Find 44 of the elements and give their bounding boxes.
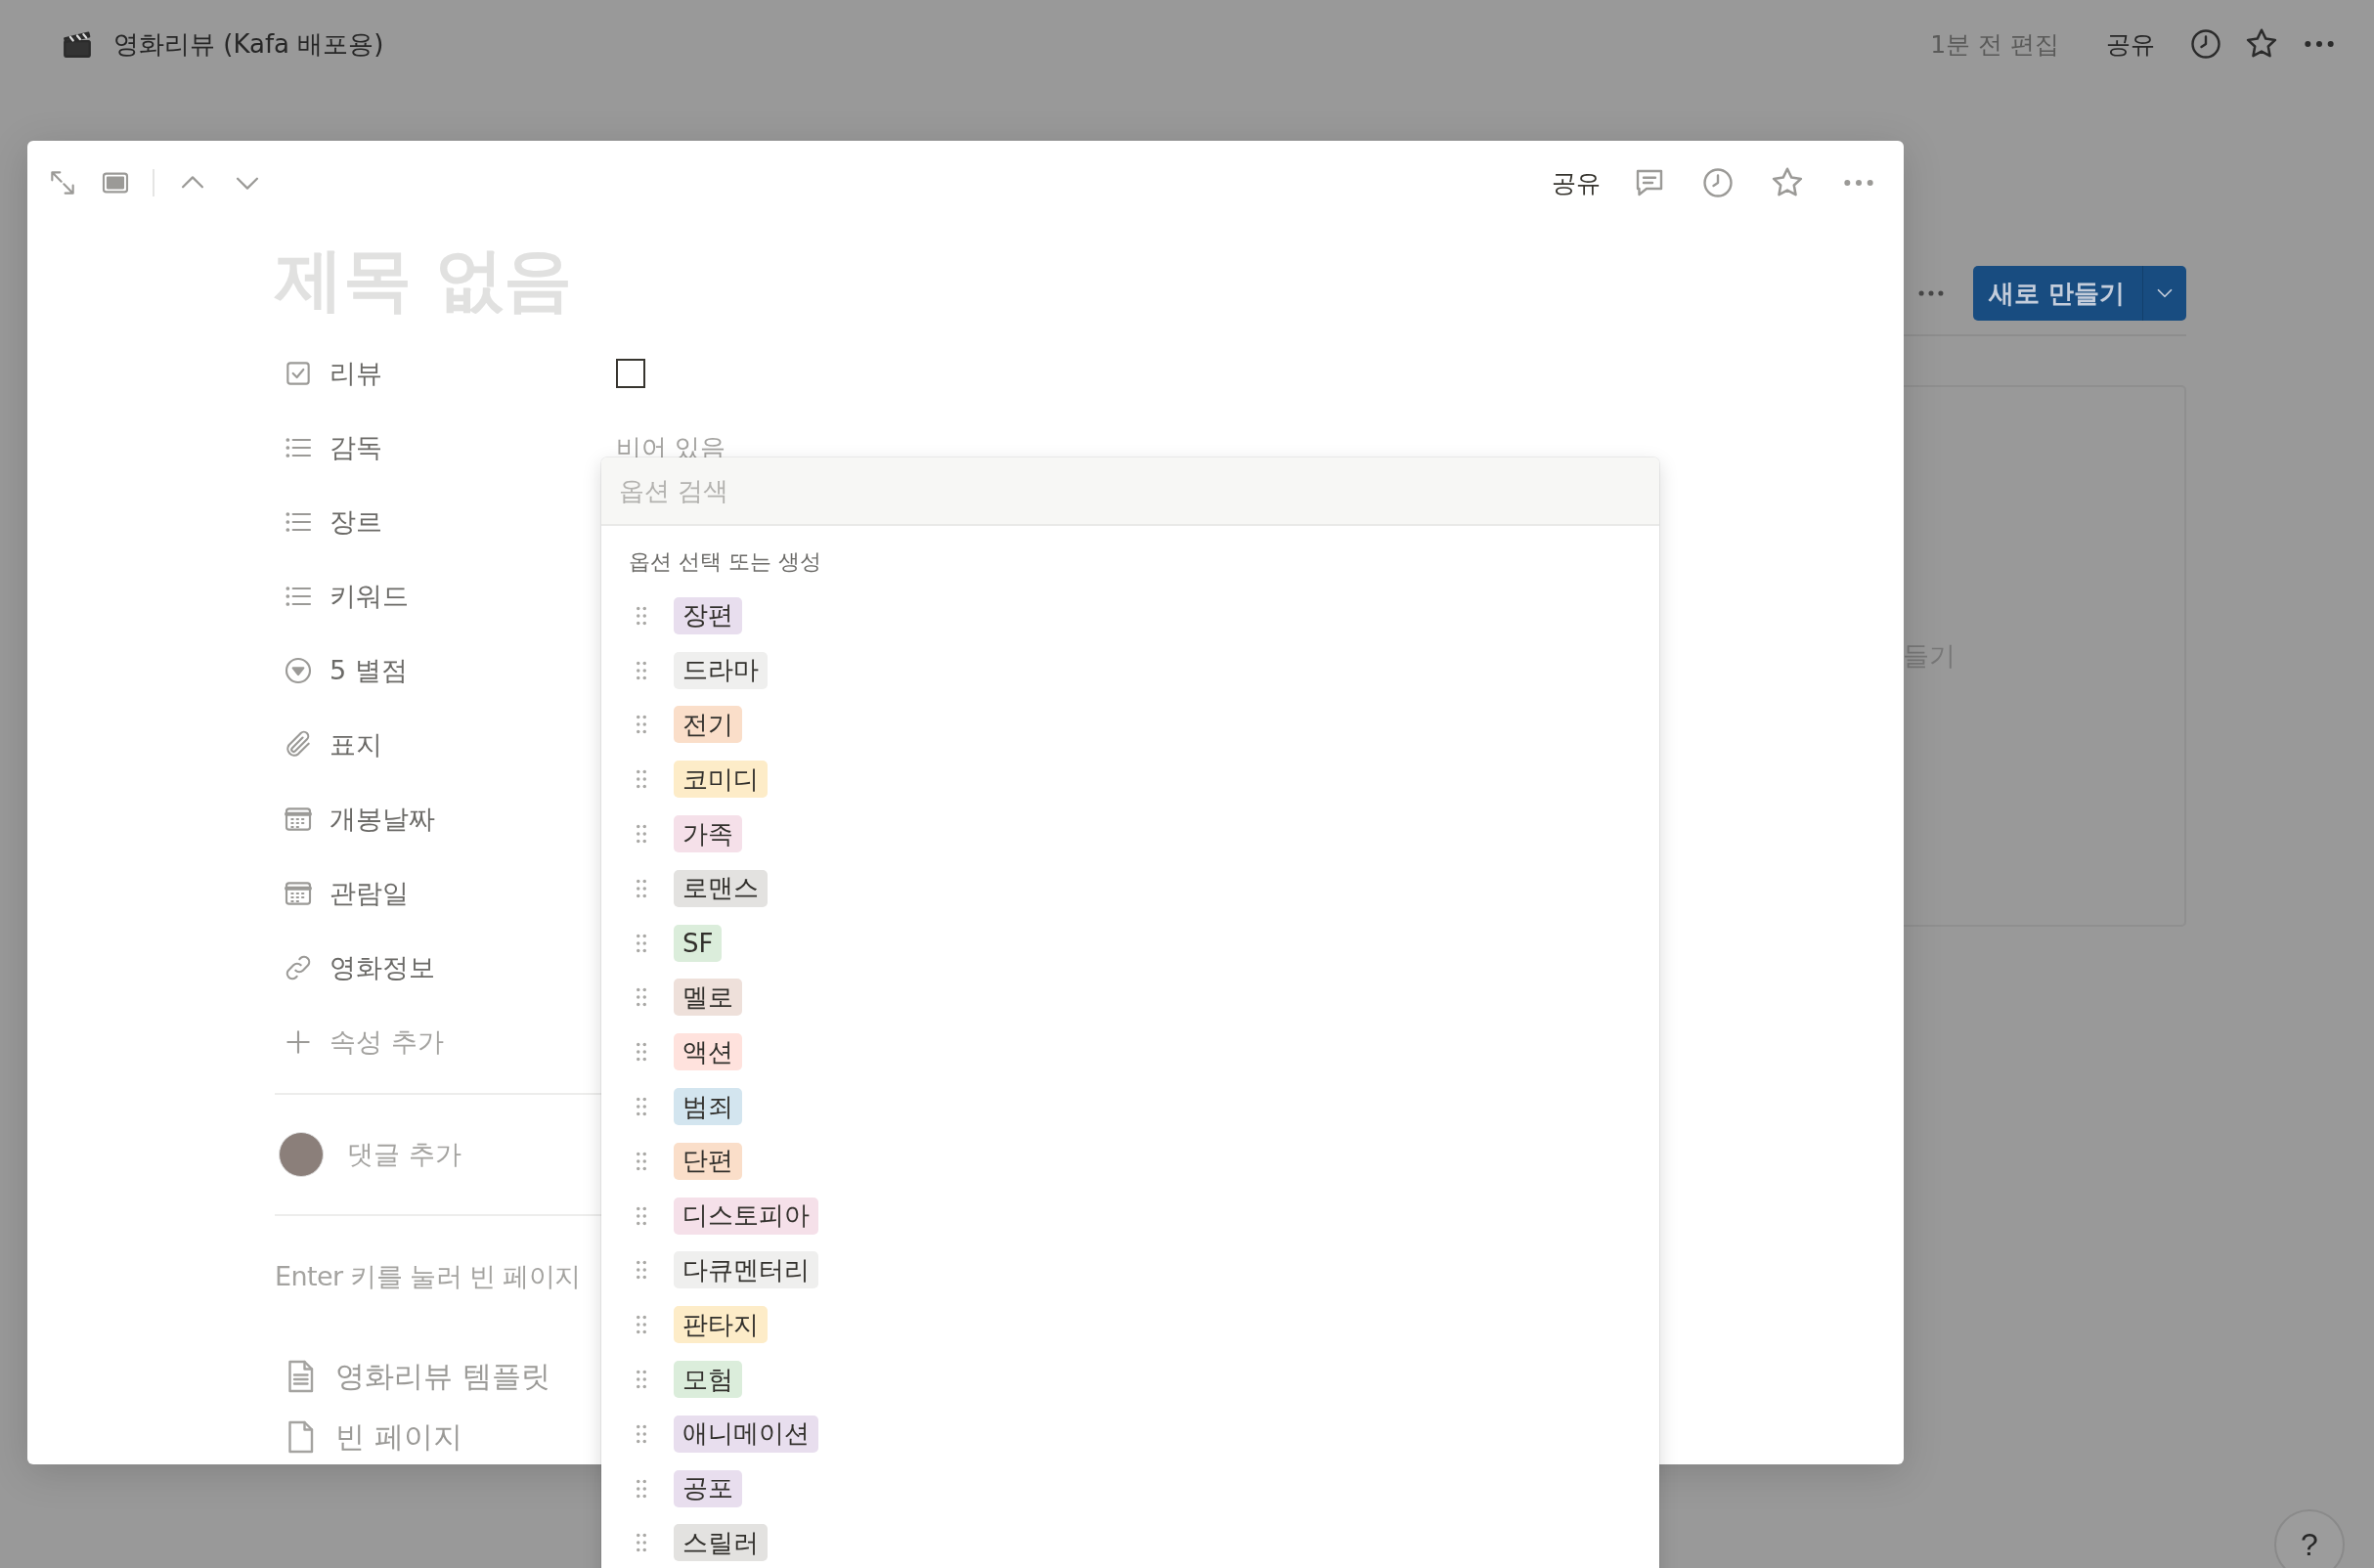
property-name[interactable]: 키워드: [330, 579, 409, 614]
property-name[interactable]: 개봉날짜: [330, 802, 435, 837]
option-tag[interactable]: 가족: [674, 815, 742, 853]
option-tag[interactable]: 전기: [674, 706, 742, 744]
new-button-label[interactable]: 새로 만들기: [1972, 266, 2142, 321]
clock-icon[interactable]: [1700, 165, 1736, 200]
dropdown-circle-icon: [283, 655, 314, 686]
template-item[interactable]: 빈 페이지: [335, 1416, 462, 1458]
property-name[interactable]: 장르: [330, 504, 382, 540]
option-tag[interactable]: 코미디: [674, 761, 768, 799]
option-tag[interactable]: 멜로: [674, 979, 742, 1017]
dropdown-heading: 옵션 선택 또는 생성: [628, 548, 822, 576]
option-tag[interactable]: 다큐멘터리: [674, 1251, 818, 1289]
share-button[interactable]: 공유: [2092, 27, 2169, 61]
option-tag[interactable]: 모험: [674, 1361, 742, 1399]
option-tag[interactable]: 액션: [674, 1033, 742, 1071]
option-tag[interactable]: SF: [674, 924, 723, 962]
property-name[interactable]: 영화정보: [330, 950, 435, 985]
property-name[interactable]: 리뷰: [330, 356, 382, 391]
search-field[interactable]: 옵션 검색: [601, 457, 1659, 526]
share-button[interactable]: 공유: [1542, 166, 1610, 199]
avatar: [279, 1132, 324, 1177]
option-tag[interactable]: 디스토피아: [674, 1197, 818, 1235]
option-tag[interactable]: 판타지: [674, 1306, 768, 1344]
option-tag[interactable]: 장편: [674, 596, 742, 634]
option-tag[interactable]: 드라마: [674, 651, 768, 689]
option-tag[interactable]: 단편: [674, 1142, 742, 1180]
help-button[interactable]: ?: [2274, 1509, 2345, 1568]
checkbox[interactable]: [616, 359, 645, 388]
empty-page-hint: Enter 키를 눌러 빈 페이지: [275, 1260, 581, 1293]
property-name[interactable]: 5 별점: [330, 653, 408, 688]
clock-icon[interactable]: [2188, 26, 2223, 62]
option-tag[interactable]: 애니메이션: [674, 1415, 818, 1453]
page-title[interactable]: 영화리뷰 (Kafa 배포용): [113, 26, 384, 62]
option-tag[interactable]: 스릴러: [674, 1524, 768, 1562]
option-tag[interactable]: 로맨스: [674, 869, 768, 907]
property-name[interactable]: 관람일: [330, 876, 409, 911]
option-tag[interactable]: 공포: [674, 1469, 742, 1507]
edited-time: 1분 전 편집: [1929, 28, 2060, 61]
option-tag[interactable]: 범죄: [674, 1088, 742, 1126]
property-name[interactable]: 표지: [330, 727, 382, 762]
property-name[interactable]: 감독: [330, 430, 382, 465]
template-item[interactable]: 영화리뷰 템플릿: [335, 1356, 550, 1397]
new-button[interactable]: 새로 만들기: [1972, 266, 2186, 321]
